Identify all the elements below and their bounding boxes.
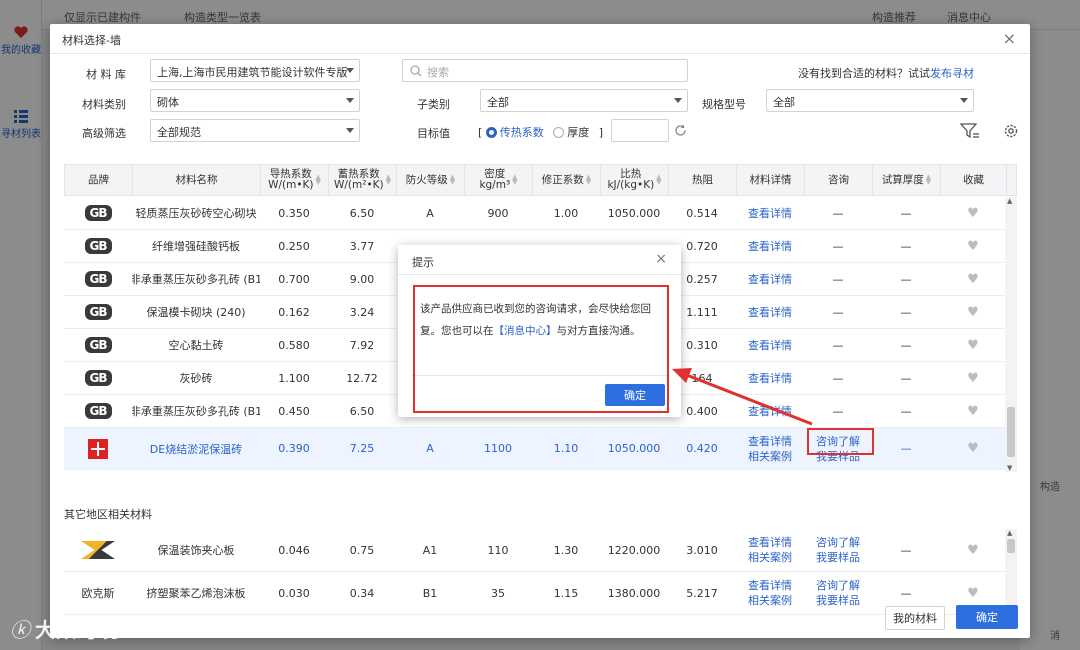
watermark: ⓚ 大数跨境 [10,614,119,643]
annotation-arrow [672,368,813,426]
watermark-text: 大数跨境 [35,618,119,642]
watermark-logo-icon: ⓚ [10,618,31,642]
